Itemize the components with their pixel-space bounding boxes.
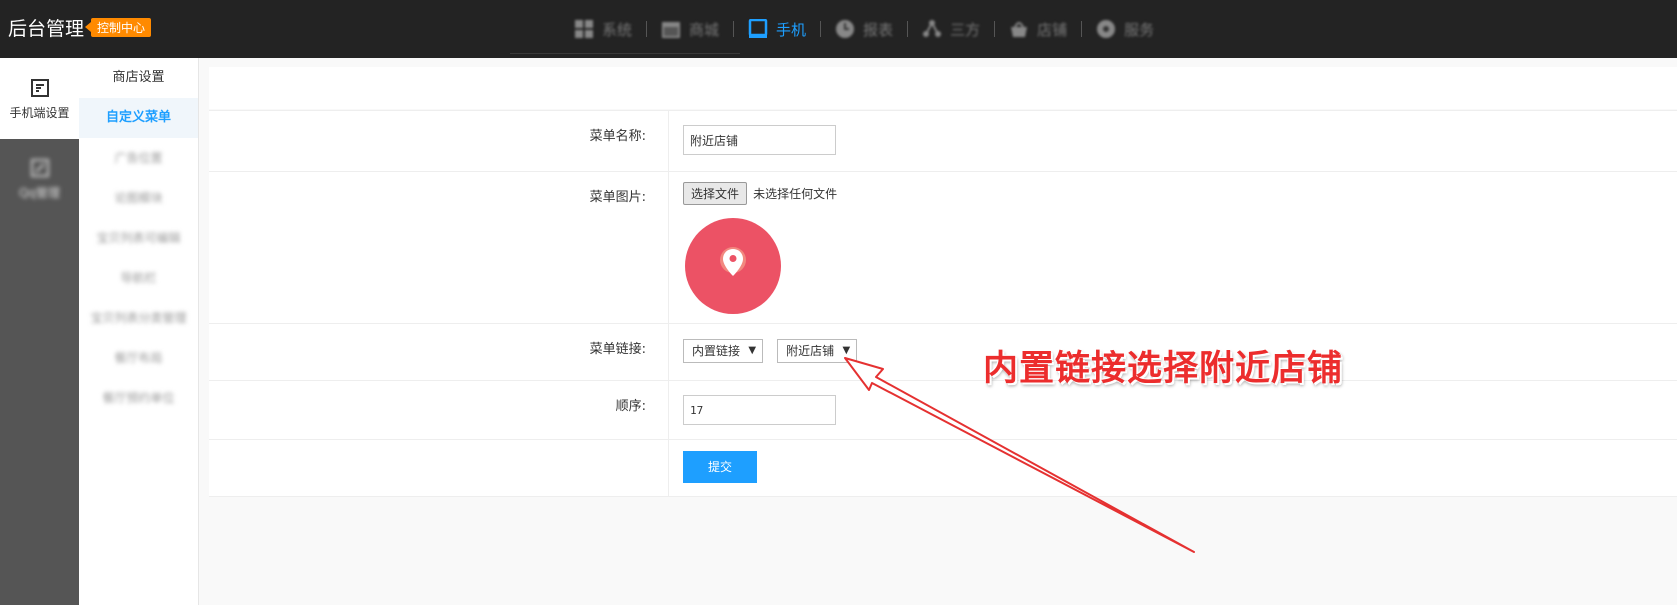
annotation-text: 内置链接选择附近店铺 bbox=[983, 349, 1344, 389]
annotation-arrow bbox=[844, 357, 1195, 553]
